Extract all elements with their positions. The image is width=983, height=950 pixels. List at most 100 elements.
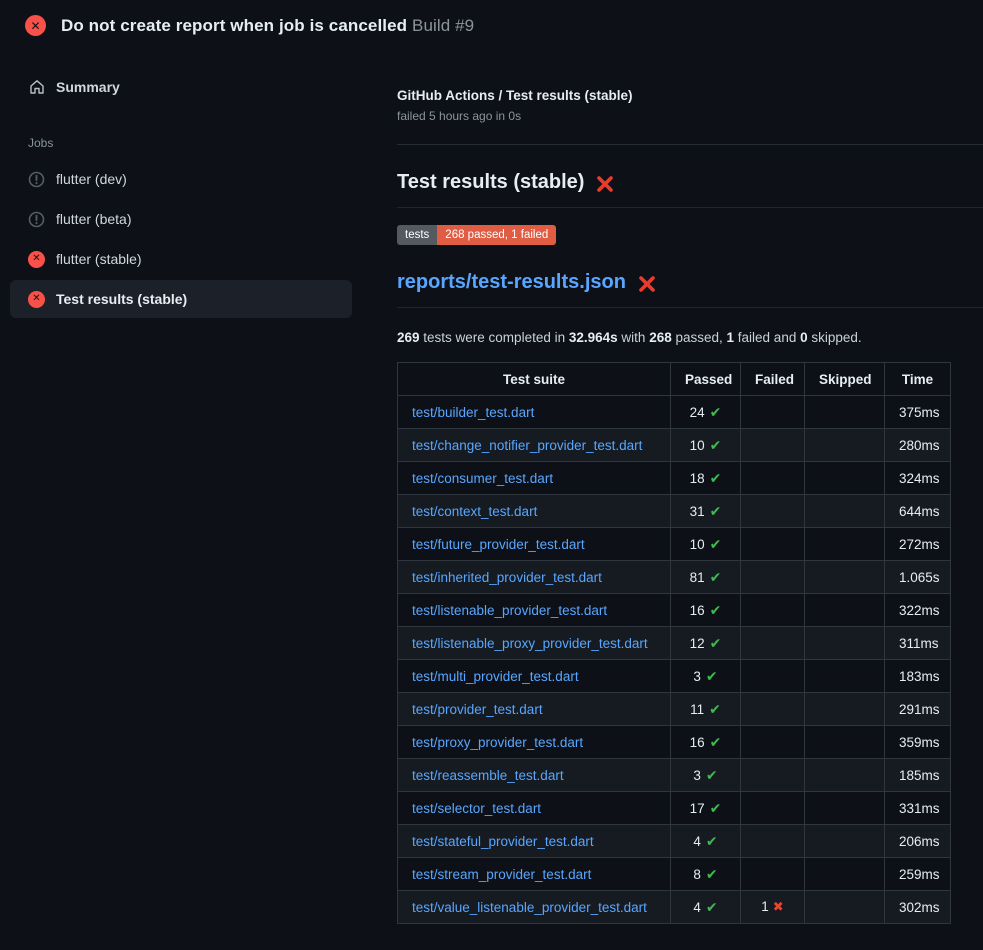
- check-icon: ✔: [709, 701, 721, 717]
- sidebar-job-label: flutter (beta): [56, 211, 131, 227]
- table-row: test/value_listenable_provider_test.dart…: [398, 891, 951, 924]
- main-content: GitHub Actions / Test results (stable) f…: [387, 50, 983, 924]
- cell-passed: 11✔: [671, 693, 741, 726]
- sidebar-item-job-3[interactable]: ✕ Test results (stable): [10, 280, 352, 318]
- jobs-heading: Jobs: [10, 114, 352, 160]
- cell-passed: 8✔: [671, 858, 741, 891]
- cell-test-suite: test/value_listenable_provider_test.dart: [398, 891, 671, 924]
- summary-passed: 268: [649, 330, 672, 345]
- test-suite-link[interactable]: test/future_provider_test.dart: [412, 537, 585, 552]
- check-icon: ✔: [710, 503, 722, 519]
- cell-test-suite: test/change_notifier_provider_test.dart: [398, 429, 671, 462]
- test-suite-link[interactable]: test/stateful_provider_test.dart: [412, 834, 594, 849]
- sidebar-job-label: flutter (dev): [56, 171, 127, 187]
- summary-duration: 32.964s: [569, 330, 618, 345]
- cell-failed: [741, 495, 805, 528]
- cell-failed: [741, 726, 805, 759]
- test-suite-link[interactable]: test/listenable_provider_test.dart: [412, 603, 607, 618]
- table-row: test/listenable_proxy_provider_test.dart…: [398, 627, 951, 660]
- check-icon: ✔: [706, 833, 718, 849]
- x-glyph: ✕: [28, 291, 45, 308]
- home-icon: [28, 79, 45, 96]
- neutral-status-circle-icon: [28, 211, 45, 228]
- cell-skipped: [805, 528, 885, 561]
- test-suite-link[interactable]: test/reassemble_test.dart: [412, 768, 564, 783]
- cell-passed-value: 17: [690, 801, 705, 816]
- cell-passed-value: 18: [690, 471, 705, 486]
- cell-time: 291ms: [885, 693, 951, 726]
- cell-passed-value: 4: [693, 834, 701, 849]
- cell-skipped: [805, 825, 885, 858]
- test-suite-link[interactable]: test/stream_provider_test.dart: [412, 867, 591, 882]
- report-file-link[interactable]: reports/test-results.json: [397, 271, 626, 294]
- cell-skipped: [805, 858, 885, 891]
- test-suite-link[interactable]: test/value_listenable_provider_test.dart: [412, 900, 647, 915]
- cell-skipped: [805, 726, 885, 759]
- cell-time: 185ms: [885, 759, 951, 792]
- cell-failed: [741, 660, 805, 693]
- test-suite-link[interactable]: test/provider_test.dart: [412, 702, 543, 717]
- cell-passed: 16✔: [671, 594, 741, 627]
- cell-test-suite: test/provider_test.dart: [398, 693, 671, 726]
- test-suite-link[interactable]: test/context_test.dart: [412, 504, 537, 519]
- section-title-row: Test results (stable): [397, 171, 983, 208]
- test-suite-link[interactable]: test/listenable_proxy_provider_test.dart: [412, 636, 648, 651]
- cell-skipped: [805, 495, 885, 528]
- table-row: test/stateful_provider_test.dart4✔206ms: [398, 825, 951, 858]
- cell-failed: [741, 396, 805, 429]
- table-row: test/reassemble_test.dart 3✔ 185ms: [398, 759, 951, 792]
- cell-skipped: [805, 396, 885, 429]
- test-suite-link[interactable]: test/builder_test.dart: [412, 405, 534, 420]
- cell-test-suite: test/proxy_provider_test.dart: [398, 726, 671, 759]
- sidebar-item-job-1[interactable]: flutter (beta): [10, 200, 352, 238]
- breadcrumb: GitHub Actions / Test results (stable): [397, 88, 983, 103]
- sidebar: Summary Jobs flutter (dev) flutter (beta)…: [0, 50, 387, 320]
- cell-passed-value: 8: [693, 867, 701, 882]
- sidebar-item-job-2[interactable]: ✕flutter (stable): [10, 240, 352, 278]
- sidebar-item-job-0[interactable]: flutter (dev): [10, 160, 352, 198]
- cell-test-suite: test/reassemble_test.dart: [398, 759, 671, 792]
- cell-test-suite: test/inherited_provider_test.dart: [398, 561, 671, 594]
- check-icon: ✔: [710, 800, 722, 816]
- page-title-text: Do not create report when job is cancell…: [61, 16, 407, 35]
- column-header-failed: Failed: [741, 363, 805, 396]
- cell-skipped: [805, 561, 885, 594]
- cell-failed: [741, 627, 805, 660]
- cell-passed: 10✔: [671, 429, 741, 462]
- sidebar-summary-label: Summary: [56, 79, 120, 95]
- cell-passed: 3✔: [671, 759, 741, 792]
- cell-skipped: [805, 792, 885, 825]
- table-row: test/builder_test.dart24✔375ms: [398, 396, 951, 429]
- cell-skipped: [805, 693, 885, 726]
- test-suite-link[interactable]: test/selector_test.dart: [412, 801, 541, 816]
- test-suite-link[interactable]: test/proxy_provider_test.dart: [412, 735, 583, 750]
- cell-test-suite: test/builder_test.dart: [398, 396, 671, 429]
- cell-test-suite: test/context_test.dart: [398, 495, 671, 528]
- cell-passed: 31 ✔: [671, 495, 741, 528]
- cell-failed: [741, 759, 805, 792]
- sidebar-job-label: Test results (stable): [56, 291, 187, 307]
- test-suite-link[interactable]: test/consumer_test.dart: [412, 471, 553, 486]
- tests-badge-label: tests: [397, 225, 437, 245]
- cell-passed-value: 31: [690, 504, 705, 519]
- cell-time: 359ms: [885, 726, 951, 759]
- table-row: test/future_provider_test.dart10✔272ms: [398, 528, 951, 561]
- check-icon: ✔: [706, 767, 718, 783]
- check-icon: ✔: [710, 470, 722, 486]
- cell-failed: [741, 858, 805, 891]
- check-icon: ✔: [710, 602, 722, 618]
- cell-time: 322ms: [885, 594, 951, 627]
- test-suite-link[interactable]: test/inherited_provider_test.dart: [412, 570, 602, 585]
- cell-time: 331ms: [885, 792, 951, 825]
- cell-test-suite: test/listenable_provider_test.dart: [398, 594, 671, 627]
- check-icon: ✔: [710, 734, 722, 750]
- test-suite-link[interactable]: test/multi_provider_test.dart: [412, 669, 579, 684]
- cell-test-suite: test/listenable_proxy_provider_test.dart: [398, 627, 671, 660]
- test-suite-link[interactable]: test/change_notifier_provider_test.dart: [412, 438, 642, 453]
- check-icon: ✔: [710, 536, 722, 552]
- cell-failed: [741, 825, 805, 858]
- sidebar-item-summary[interactable]: Summary: [10, 68, 352, 106]
- results-summary-sentence: 269 tests were completed in 32.964s with…: [397, 330, 983, 345]
- check-icon: ✔: [710, 404, 722, 420]
- cell-passed: 4✔: [671, 891, 741, 924]
